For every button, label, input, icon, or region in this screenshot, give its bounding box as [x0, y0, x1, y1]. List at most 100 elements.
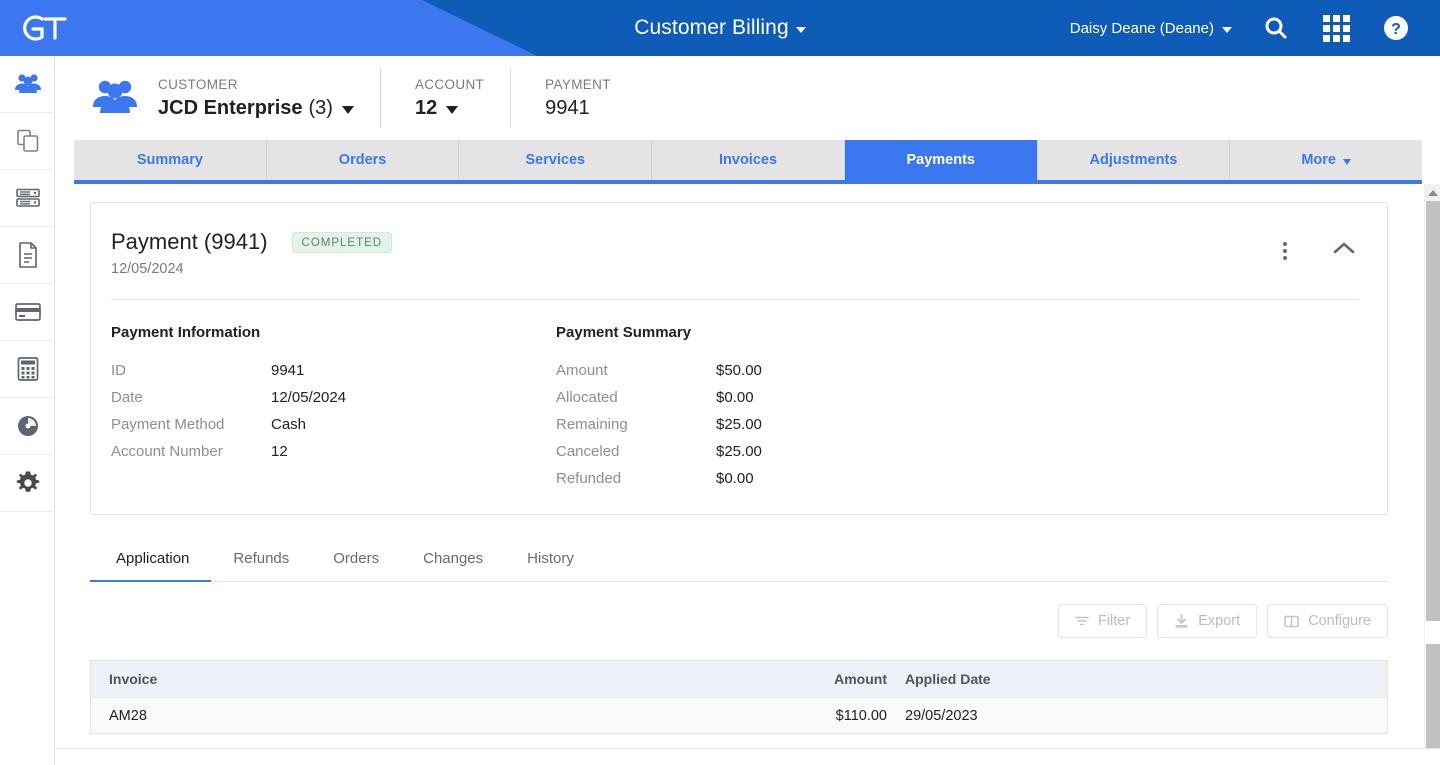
payment-details-columns: Payment Information ID 9941 Date 12/05/2… [111, 300, 1359, 492]
field-label: Payment Method [111, 416, 225, 433]
subtab-label: Orders [333, 550, 380, 567]
chevron-down-icon[interactable] [446, 105, 459, 114]
sidebar-item-calculator[interactable] [0, 341, 55, 398]
subtab-changes[interactable]: Changes [401, 550, 505, 582]
subtab-history[interactable]: History [505, 550, 596, 582]
subtab-application[interactable]: Application [90, 550, 212, 582]
field-value: Cash [271, 416, 307, 433]
credit-card-icon [14, 303, 41, 321]
subtab-label: History [527, 550, 574, 567]
chevron-up-icon[interactable] [1329, 237, 1359, 264]
tab-invoices[interactable]: Invoices [652, 140, 845, 180]
tab-label: Summary [136, 152, 203, 168]
field-label: Amount [556, 362, 608, 379]
status-badge: COMPLETED [291, 231, 393, 253]
column-header-invoice[interactable]: Invoice [91, 671, 777, 687]
sidebar-item-settings[interactable] [0, 455, 55, 512]
payment-info-row: Date 12/05/2024 [111, 384, 556, 411]
field-label: Date [111, 389, 143, 406]
payment-card-heading: Payment (9941) COMPLETED 12/05/2024 [111, 229, 1279, 277]
tab-label: Invoices [719, 152, 778, 168]
tab-services[interactable]: Services [459, 140, 653, 180]
field-label: Remaining [556, 416, 628, 433]
sidebar-rail [0, 56, 55, 765]
columns-icon [1284, 615, 1299, 627]
breadcrumb-customer-value: JCD Enterprise (3) [158, 97, 354, 120]
breadcrumb-customer-name: JCD Enterprise [158, 96, 303, 119]
tab-adjustments[interactable]: Adjustments [1037, 140, 1231, 180]
tab-more[interactable]: More [1230, 140, 1423, 180]
breadcrumb-customer-icon [90, 77, 140, 119]
sidebar-item-document[interactable] [0, 227, 55, 284]
column-header-applied-date[interactable]: Applied Date [887, 671, 1387, 687]
export-button[interactable]: Export [1157, 604, 1258, 638]
help-circle-icon: ? [1384, 16, 1408, 40]
apps-button[interactable] [1306, 0, 1366, 56]
chevron-down-icon[interactable] [341, 105, 354, 114]
subtab-label: Application [116, 550, 190, 567]
search-icon [1265, 17, 1287, 39]
field-label: Canceled [556, 443, 620, 460]
breadcrumb-payment-number: 9941 [545, 96, 590, 119]
scroll-up-button[interactable] [1425, 184, 1440, 201]
payment-summary-row: Allocated $0.00 [556, 384, 976, 411]
breadcrumb-customer-label: CUSTOMER [158, 76, 238, 92]
gear-icon [16, 471, 39, 492]
field-label: Refunded [556, 470, 622, 487]
sidebar-item-servers[interactable] [0, 170, 55, 227]
scrollbar-thumb[interactable] [1426, 201, 1440, 621]
payment-summary-row: Refunded $0.00 [556, 465, 976, 492]
payment-card-title: Payment (9941) [111, 229, 268, 254]
payment-title-row: Payment (9941) COMPLETED [111, 229, 1279, 255]
payment-info-row: ID 9941 [111, 357, 556, 384]
search-button[interactable] [1246, 0, 1306, 56]
table-row[interactable]: AM28 $110.00 29/05/2023 [91, 697, 1387, 733]
field-value: $50.00 [716, 362, 762, 379]
content-scroll-area: Payment (9941) COMPLETED 12/05/2024 Paym… [56, 184, 1440, 749]
chevron-up-icon [1427, 189, 1438, 196]
help-button[interactable]: ? [1366, 0, 1426, 56]
sidebar-item-dashboard[interactable] [0, 398, 55, 455]
tab-label: More [1301, 152, 1336, 168]
export-button-label: Export [1198, 613, 1241, 629]
breadcrumb-account-value: 12 [415, 97, 484, 120]
kebab-menu-icon[interactable] [1279, 238, 1291, 264]
configure-button[interactable]: Configure [1267, 604, 1388, 638]
breadcrumb-payment-label: PAYMENT [545, 76, 611, 92]
field-label: ID [111, 362, 126, 379]
sidebar-item-documents[interactable] [0, 113, 55, 170]
filter-button-label: Filter [1097, 613, 1131, 629]
field-value: $0.00 [716, 389, 754, 406]
user-menu[interactable]: Daisy Deane (Deane) [1056, 8, 1246, 48]
field-label: Allocated [556, 389, 618, 406]
cell-amount: $110.00 [835, 707, 887, 724]
payment-summary-row: Canceled $25.00 [556, 438, 976, 465]
breadcrumb-customer[interactable]: CUSTOMER JCD Enterprise (3) [158, 68, 380, 128]
breadcrumb-account-label: ACCOUNT [414, 76, 485, 92]
speedometer-icon [17, 416, 38, 436]
chevron-down-icon [1222, 26, 1232, 33]
chevron-down-icon [795, 27, 806, 33]
scrollbar-thumb-lower[interactable] [1426, 644, 1440, 749]
field-value: 12 [271, 443, 288, 460]
column-header-amount[interactable]: Amount [777, 671, 887, 687]
cell-invoice: AM28 [109, 707, 147, 724]
payment-summary-row: Remaining $25.00 [556, 411, 976, 438]
subtab-refunds[interactable]: Refunds [211, 550, 311, 582]
customers-icon [14, 74, 41, 93]
calculator-icon [17, 357, 38, 381]
sidebar-item-customers[interactable] [0, 56, 55, 113]
table-toolbar: Filter Export Configure [90, 604, 1388, 638]
filter-button[interactable]: Filter [1057, 604, 1148, 638]
payment-card-header: Payment (9941) COMPLETED 12/05/2024 [111, 229, 1359, 277]
table-header-row: Invoice Amount Applied Date [91, 661, 1387, 697]
apps-grid-icon [1322, 14, 1350, 42]
tab-summary[interactable]: Summary [74, 140, 267, 180]
field-label: Account Number [111, 443, 223, 460]
sidebar-item-payments[interactable] [0, 284, 55, 341]
vertical-scrollbar[interactable] [1424, 184, 1440, 749]
tab-orders[interactable]: Orders [266, 140, 460, 180]
subtab-orders[interactable]: Orders [311, 550, 401, 582]
tab-payments[interactable]: Payments [844, 140, 1038, 180]
breadcrumb-account[interactable]: ACCOUNT 12 [379, 68, 510, 128]
